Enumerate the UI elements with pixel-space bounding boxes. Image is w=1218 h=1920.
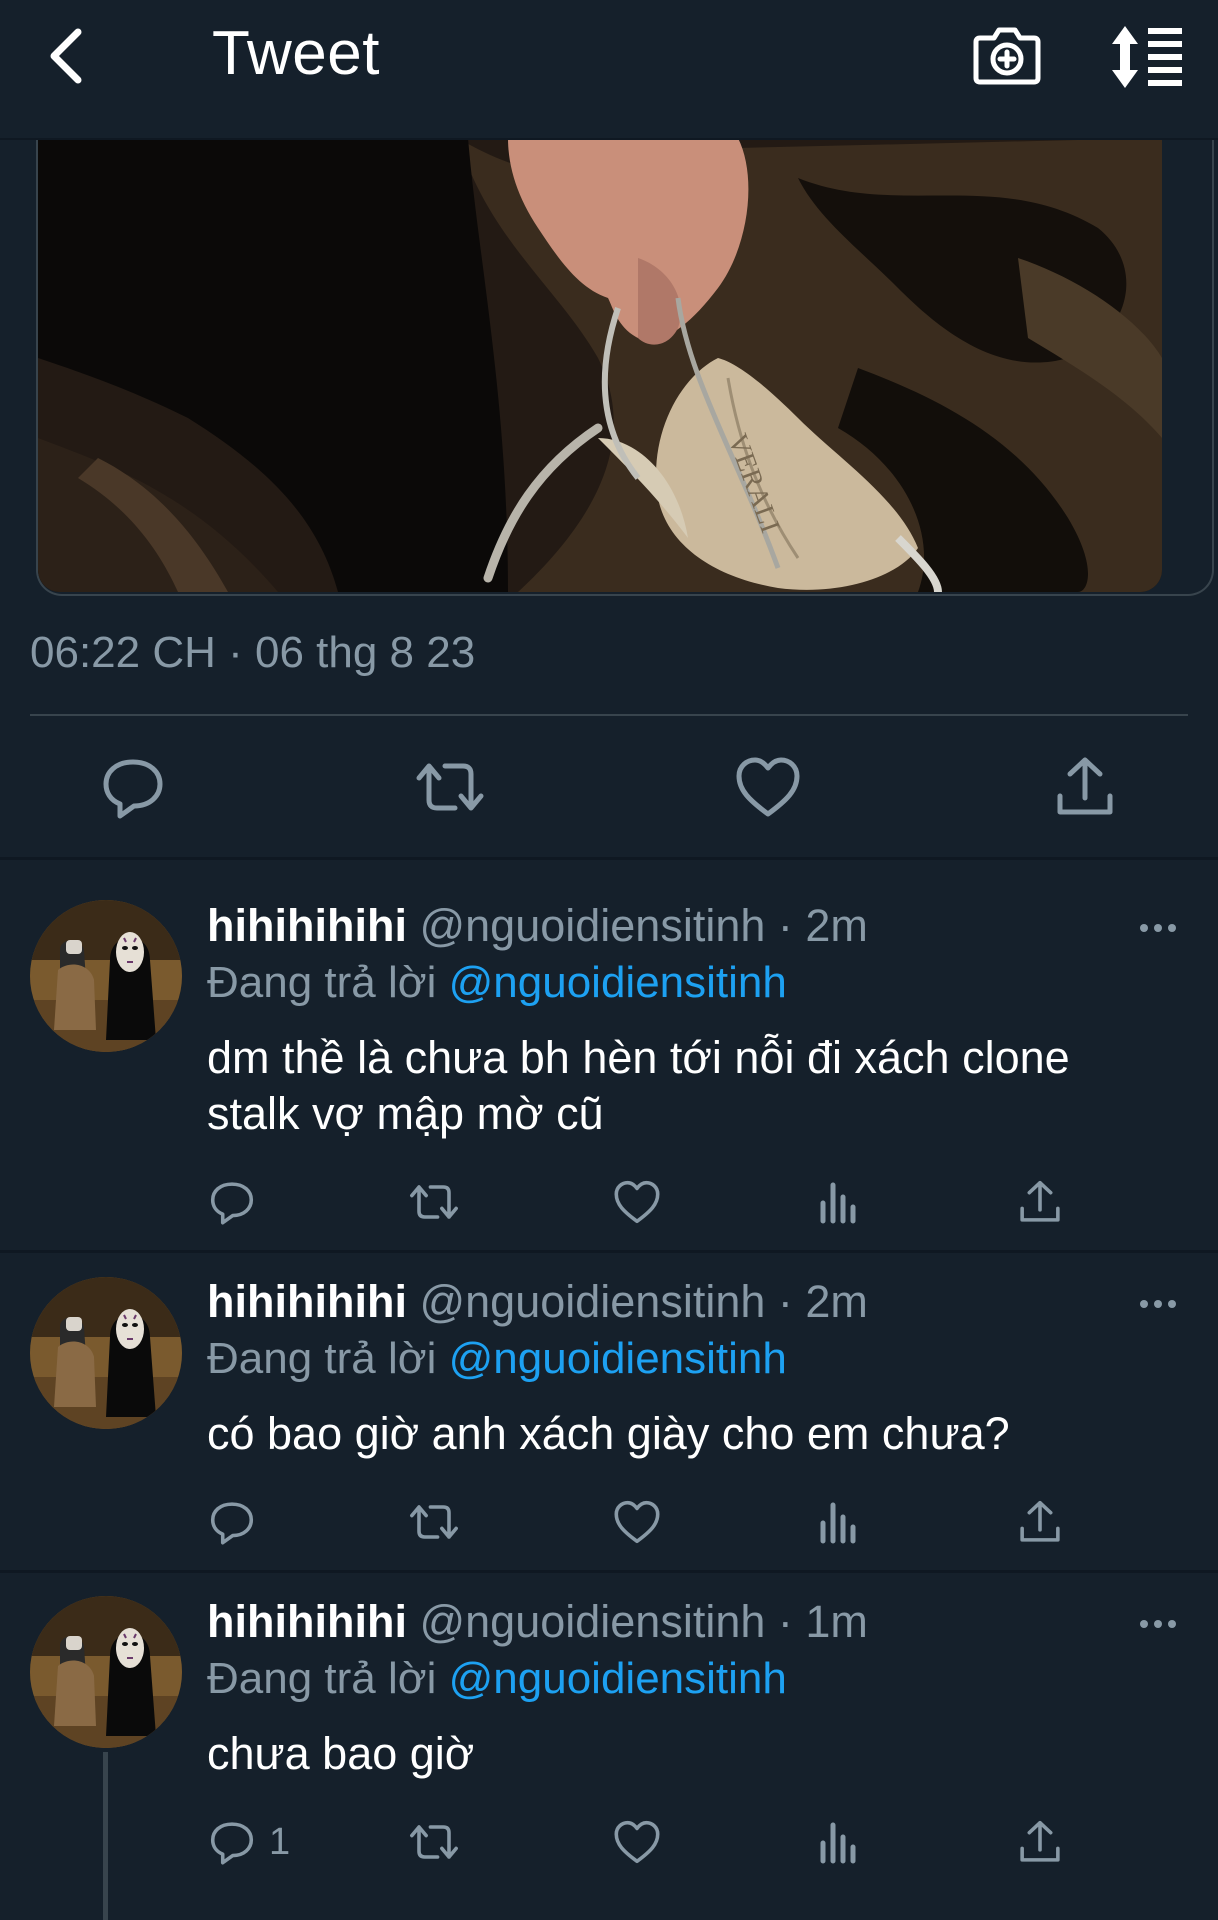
retweet-button[interactable] <box>409 1814 459 1870</box>
reply-icon <box>210 1182 254 1225</box>
replying-to: Đang trả lời @nguoidiensitinh <box>207 1334 787 1384</box>
more-icon <box>1140 1300 1176 1308</box>
sort-icon <box>1112 26 1182 88</box>
divider <box>0 857 1218 860</box>
mention-link[interactable]: @nguoidiensitinh <box>449 958 787 1007</box>
shoe-photo-illustration: VERALI <box>38 138 1162 592</box>
sort-button[interactable] <box>1108 22 1188 94</box>
reply-author[interactable]: hihihihihi @nguoidiensitinh · 2m <box>207 900 868 952</box>
retweet-button[interactable] <box>409 1494 459 1550</box>
like-icon <box>736 757 800 817</box>
share-button[interactable] <box>1050 752 1120 822</box>
tweet-photo[interactable]: VERALI <box>38 138 1162 592</box>
more-button[interactable] <box>1138 1294 1178 1314</box>
reply-author[interactable]: hihihihihi @nguoidiensitinh · 2m <box>207 1276 868 1328</box>
reply-button[interactable] <box>207 1494 269 1550</box>
retweet-icon <box>410 1825 458 1859</box>
like-icon <box>614 1820 660 1864</box>
share-button[interactable] <box>1015 1174 1065 1230</box>
avatar[interactable] <box>30 1277 182 1429</box>
retweet-button[interactable] <box>409 1174 459 1230</box>
replying-to: Đang trả lời @nguoidiensitinh <box>207 958 787 1008</box>
more-button[interactable] <box>1138 1614 1178 1634</box>
more-icon <box>1140 924 1176 932</box>
divider <box>30 714 1188 716</box>
reply-count: 1 <box>269 1820 291 1863</box>
replying-label: Đang trả lời <box>207 1654 437 1703</box>
replying-label: Đang trả lời <box>207 958 437 1007</box>
mention-link[interactable]: @nguoidiensitinh <box>449 1334 787 1383</box>
camera-button[interactable] <box>970 18 1044 92</box>
reply-button[interactable] <box>207 1174 269 1230</box>
analytics-button[interactable] <box>815 1814 865 1870</box>
share-button[interactable] <box>1015 1494 1065 1550</box>
retweet-button[interactable] <box>415 752 485 822</box>
divider <box>0 1250 1218 1253</box>
reply-icon <box>103 759 163 819</box>
divider <box>0 1570 1218 1573</box>
reply-icon <box>210 1822 254 1865</box>
analytics-icon <box>820 1182 856 1224</box>
like-button[interactable] <box>612 1174 662 1230</box>
reply-button[interactable]: 1 <box>207 1814 290 1870</box>
more-button[interactable] <box>1138 918 1178 938</box>
avatar-image <box>30 1596 182 1748</box>
display-name: hihihihihi <box>207 900 407 951</box>
handle-and-time: @nguoidiensitinh · 2m <box>419 1276 868 1327</box>
reply-action-bar: 1 <box>0 1814 1218 1870</box>
avatar-image <box>30 900 182 1052</box>
avatar-image <box>30 1277 182 1429</box>
replying-label: Đang trả lời <box>207 1334 437 1383</box>
reply-text: dm thề là chưa bh hèn tới nỗi đi xách cl… <box>207 1032 1070 1139</box>
avatar[interactable] <box>30 1596 182 1748</box>
like-button[interactable] <box>612 1494 662 1550</box>
like-icon <box>614 1500 660 1544</box>
like-button[interactable] <box>733 752 803 822</box>
analytics-button[interactable] <box>815 1494 865 1550</box>
share-icon <box>1020 1180 1060 1222</box>
handle-and-time: @nguoidiensitinh · 1m <box>419 1596 868 1647</box>
display-name: hihihihihi <box>207 1596 407 1647</box>
reply-action-bar <box>0 1494 1218 1550</box>
reply-text: chưa bao giờ <box>207 1728 475 1779</box>
retweet-icon <box>410 1505 458 1539</box>
display-name: hihihihihi <box>207 1276 407 1327</box>
back-chevron-icon <box>50 28 82 84</box>
back-button[interactable] <box>36 20 96 92</box>
like-icon <box>614 1180 660 1224</box>
reply-button[interactable] <box>98 752 168 822</box>
tweet-timestamp: 06:22 CH · 06 thg 8 23 <box>30 628 476 677</box>
analytics-button[interactable] <box>815 1174 865 1230</box>
share-icon <box>1020 1820 1060 1862</box>
share-icon <box>1020 1500 1060 1542</box>
reply-text: có bao giờ anh xách giày cho em chưa? <box>207 1408 1010 1459</box>
camera-plus-icon <box>973 27 1041 85</box>
share-button[interactable] <box>1015 1814 1065 1870</box>
reply-icon <box>210 1502 254 1545</box>
retweet-icon <box>416 763 484 811</box>
tweet-action-bar <box>0 752 1218 822</box>
reply-author[interactable]: hihihihihi @nguoidiensitinh · 1m <box>207 1596 868 1648</box>
analytics-icon <box>820 1822 856 1864</box>
share-icon <box>1057 757 1113 815</box>
mention-link[interactable]: @nguoidiensitinh <box>449 1654 787 1703</box>
avatar[interactable] <box>30 900 182 1052</box>
more-icon <box>1140 1620 1176 1628</box>
handle-and-time: @nguoidiensitinh · 2m <box>419 900 868 951</box>
page-title: Tweet <box>212 19 380 88</box>
tweet-media-card[interactable]: VERALI <box>36 138 1214 596</box>
analytics-icon <box>820 1502 856 1544</box>
reply-action-bar <box>0 1174 1218 1230</box>
replying-to: Đang trả lời @nguoidiensitinh <box>207 1654 787 1704</box>
retweet-icon <box>410 1185 458 1219</box>
top-bar: Tweet <box>0 0 1218 140</box>
like-button[interactable] <box>612 1814 662 1870</box>
